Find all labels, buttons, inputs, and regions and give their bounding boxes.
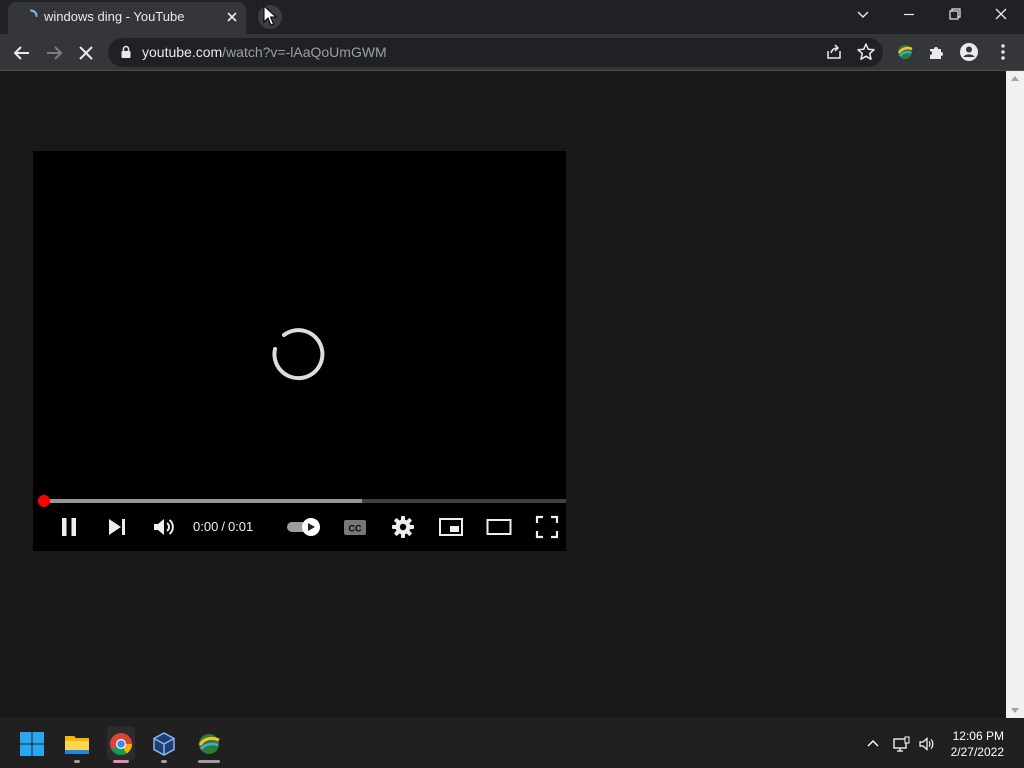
virtualbox-icon[interactable] (150, 730, 178, 758)
url-host: youtube.com (142, 44, 223, 60)
share-icon[interactable] (823, 41, 845, 63)
minimize-button[interactable] (886, 0, 932, 30)
url-path: /watch?v=-lAaQoUmGWM (222, 44, 387, 60)
svg-text:CC: CC (349, 524, 362, 534)
autoplay-toggle[interactable] (286, 517, 322, 537)
forward-button[interactable] (41, 40, 67, 66)
windows-start-icon[interactable] (18, 730, 46, 758)
stop-loading-button[interactable] (73, 40, 99, 66)
current-time: 0:00 (193, 519, 219, 534)
virtualbox-running-indicator (161, 760, 167, 763)
volume-tray-icon[interactable] (918, 735, 936, 753)
tab-title: windows ding - YouTube (44, 9, 185, 24)
clock-time[interactable]: 12:06 PM (953, 729, 1004, 743)
back-button[interactable] (9, 40, 35, 66)
close-tab-icon[interactable] (224, 9, 240, 25)
settings-gear-icon[interactable] (390, 514, 416, 540)
lock-icon[interactable] (120, 45, 132, 59)
duration: 0:01 (227, 519, 254, 534)
extension-idm-icon[interactable] (894, 41, 916, 63)
pause-button[interactable] (56, 514, 82, 540)
internet-download-manager-icon[interactable] (195, 730, 223, 758)
loading-spinner-icon (24, 9, 38, 23)
idm-running-indicator (198, 760, 220, 763)
file-explorer-icon[interactable] (63, 730, 91, 758)
time-display: 0:00/0:01 (193, 519, 253, 534)
close-window-button[interactable] (978, 0, 1024, 30)
fullscreen-icon[interactable] (534, 514, 560, 540)
time-separator: / (221, 519, 225, 534)
vertical-scrollbar[interactable] (1006, 71, 1024, 718)
progress-buffered (44, 499, 362, 503)
clock-date[interactable]: 2/27/2022 (951, 745, 1004, 759)
restore-button[interactable] (932, 0, 978, 30)
volume-icon[interactable] (151, 514, 177, 540)
tab-search-icon[interactable] (840, 0, 886, 30)
theater-mode-icon[interactable] (486, 514, 512, 540)
next-button[interactable] (104, 514, 130, 540)
miniplayer-icon[interactable] (438, 514, 464, 540)
extensions-puzzle-icon[interactable] (926, 41, 948, 63)
chrome-icon[interactable] (107, 730, 135, 758)
chrome-active-indicator (113, 760, 129, 763)
network-icon[interactable] (892, 735, 910, 753)
progress-scrubber[interactable] (38, 495, 50, 507)
bookmark-star-icon[interactable] (855, 41, 877, 63)
show-hidden-icons-chevron-icon[interactable] (864, 735, 882, 753)
buffering-spinner-icon (266, 321, 332, 387)
file-explorer-running-indicator (74, 760, 80, 763)
profile-avatar-icon[interactable] (958, 41, 980, 63)
captions-cc-icon[interactable]: CC (342, 514, 368, 540)
mouse-cursor-icon (263, 5, 277, 27)
menu-kebab-icon[interactable] (992, 41, 1014, 63)
url-text[interactable]: youtube.com/watch?v=-lAaQoUmGWM (142, 44, 387, 60)
